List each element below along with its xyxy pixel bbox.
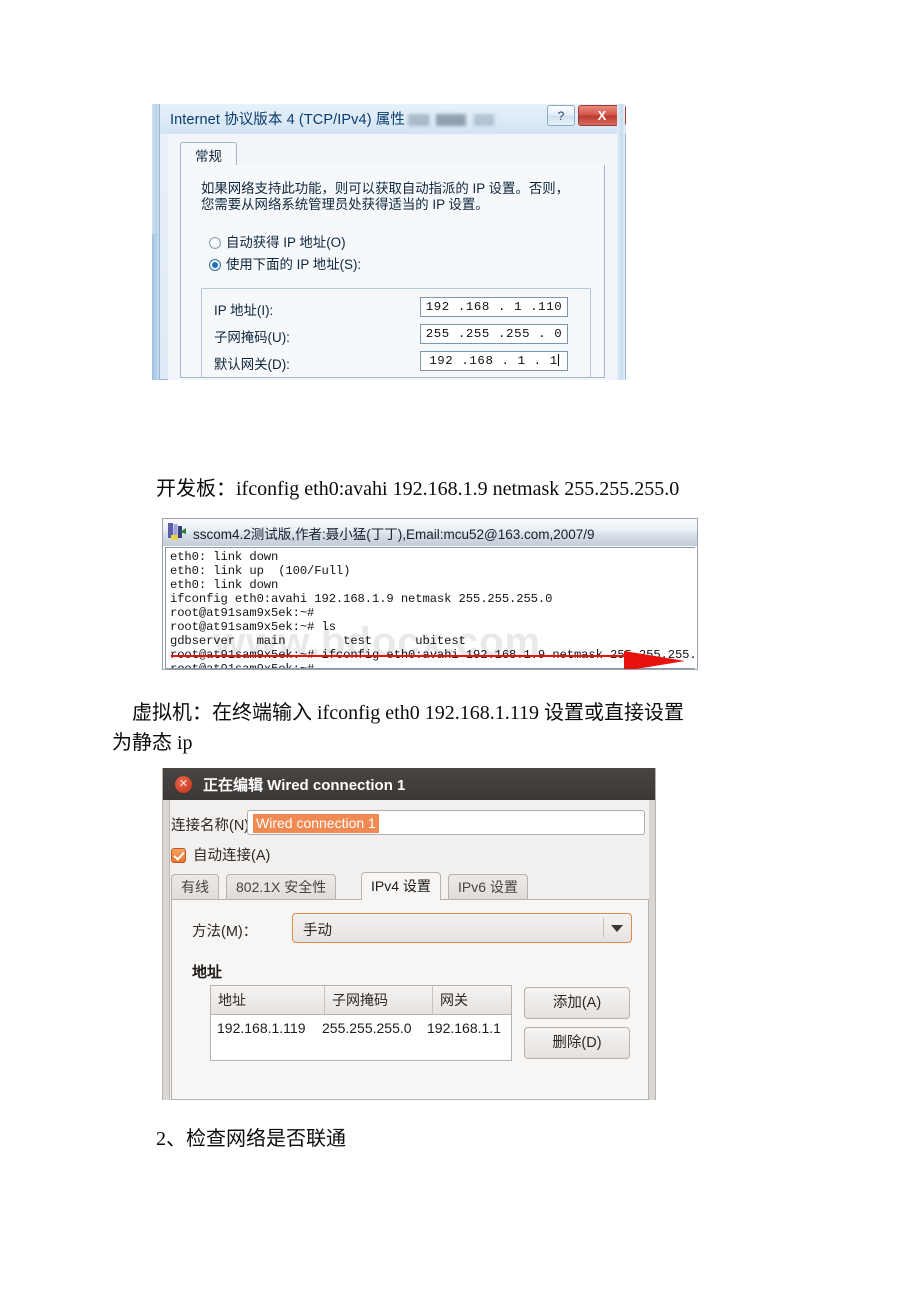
ubuntu-titlebar: ✕ 正在编辑 Wired connection 1 bbox=[163, 768, 655, 800]
column-header-address[interactable]: 地址 bbox=[211, 986, 325, 1015]
ubuntu-dialog-title: 正在编辑 Wired connection 1 bbox=[203, 777, 406, 794]
help-button[interactable]: ? bbox=[547, 105, 575, 126]
table-cell-netmask[interactable]: 255.255.255.0 bbox=[322, 1016, 412, 1040]
default-gateway-input[interactable]: 192 .168 . 1 . 1 bbox=[420, 351, 568, 371]
dropdown-separator bbox=[603, 918, 604, 938]
connection-name-value: Wired connection 1 bbox=[253, 814, 379, 833]
console-line: root@at91sam9x5ek:~# bbox=[170, 662, 315, 669]
addresses-table[interactable]: 地址 子网掩码 网关 192.168.1.119 255.255.255.0 1… bbox=[210, 985, 512, 1061]
checkbox-checked-icon bbox=[171, 848, 186, 863]
console-line: ifconfig eth0:avahi 192.168.1.9 netmask … bbox=[170, 592, 553, 606]
method-dropdown[interactable]: 手动 bbox=[292, 913, 632, 943]
dialog-frame: Internet 协议版本 4 (TCP/IPv4) 属性 ? X 常规 如果网… bbox=[159, 104, 626, 380]
add-address-button[interactable]: 添加(A) bbox=[524, 987, 630, 1019]
table-cell-address[interactable]: 192.168.1.119 bbox=[217, 1016, 306, 1040]
radio-auto-ip-icon bbox=[209, 237, 221, 249]
ubuntu-connection-editor-dialog: ✕ 正在编辑 Wired connection 1 连接名称(N)： Wired… bbox=[162, 768, 656, 1100]
console-line: eth0: link up (100/Full) bbox=[170, 564, 351, 578]
subnet-mask-input[interactable]: 255 .255 .255 . 0 bbox=[420, 324, 568, 344]
console-line: root@at91sam9x5ek:~# ls bbox=[170, 620, 336, 634]
field-row-subnet-mask: 子网掩码(U): 255 .255 .255 . 0 bbox=[202, 324, 592, 346]
console-line: eth0: link down bbox=[170, 578, 279, 592]
console-line: eth0: link down bbox=[170, 550, 279, 564]
field-row-default-gateway: 默认网关(D): 192 .168 . 1 . 1 bbox=[202, 351, 592, 373]
dialog-right-edge bbox=[617, 104, 625, 380]
connection-name-input[interactable]: Wired connection 1 bbox=[247, 810, 645, 835]
autoconnect-checkbox-row[interactable]: 自动连接(A) bbox=[171, 844, 270, 866]
radio-auto-ip-label: 自动获得 IP 地址(O) bbox=[226, 235, 346, 250]
text-caret bbox=[557, 354, 559, 366]
console-line: root@at91sam9x5ek:~# bbox=[170, 606, 315, 620]
tab-ipv6-settings[interactable]: IPv6 设置 bbox=[448, 874, 528, 900]
dialog-titlebar: Internet 协议版本 4 (TCP/IPv4) 属性 ? X bbox=[160, 104, 626, 134]
field-row-ip-address: IP 地址(I): 192 .168 . 1 .110 bbox=[202, 297, 592, 319]
tab-strip: 常规 bbox=[180, 142, 605, 168]
dialog-left-edge bbox=[163, 800, 170, 1100]
tab-wired[interactable]: 有线 bbox=[171, 874, 219, 900]
autoconnect-label: 自动连接(A) bbox=[193, 848, 271, 864]
chevron-down-icon bbox=[611, 925, 623, 932]
manual-ip-group: IP 地址(I): 192 .168 . 1 .110 子网掩码(U): 255… bbox=[201, 288, 591, 378]
dialog-title: Internet 协议版本 4 (TCP/IPv4) 属性 bbox=[170, 112, 405, 128]
column-header-netmask[interactable]: 子网掩码 bbox=[325, 986, 433, 1015]
dialog-right-edge bbox=[649, 800, 655, 1100]
sscom-app-icon bbox=[168, 523, 186, 540]
default-gateway-value: 192 .168 . 1 . 1 bbox=[429, 354, 558, 368]
tab-panel-general: 如果网络支持此功能，则可以获取自动指派的 IP 设置。否则， 您需要从网络系统管… bbox=[180, 165, 605, 378]
blurred-text-artifact bbox=[408, 114, 538, 126]
tab-ipv4-settings[interactable]: IPv4 设置 bbox=[361, 872, 441, 900]
paragraph-dev-board: 开发板：ifconfig eth0:avahi 192.168.1.9 netm… bbox=[156, 478, 680, 500]
ubuntu-tab-strip: 有线 802.1X 安全性 IPv4 设置 IPv6 设置 bbox=[171, 872, 649, 900]
description-text: 如果网络支持此功能，则可以获取自动指派的 IP 设置。否则， 您需要从网络系统管… bbox=[201, 181, 570, 212]
ip-address-input[interactable]: 192 .168 . 1 .110 bbox=[420, 297, 568, 317]
ipv4-settings-panel: 方法(M)： 手动 地址 地址 子网掩码 网关 192.168.1.119 25… bbox=[171, 899, 649, 1100]
paragraph-virtual-machine: 虚拟机：在终端输入 ifconfig eth0 192.168.1.119 设置… bbox=[112, 702, 685, 754]
addresses-section-title: 地址 bbox=[192, 964, 223, 981]
radio-manual-ip-icon bbox=[209, 259, 221, 271]
method-value: 手动 bbox=[303, 923, 332, 939]
column-header-gateway[interactable]: 网关 bbox=[433, 986, 511, 1015]
delete-address-button[interactable]: 删除(D) bbox=[524, 1027, 630, 1059]
ip-address-label: IP 地址(I): bbox=[214, 303, 274, 318]
sscom-console-output[interactable]: www.bdocx.com eth0: link down eth0: link… bbox=[165, 547, 695, 669]
close-icon[interactable]: ✕ bbox=[175, 776, 192, 793]
sscom-serial-terminal-window: sscom4.2测试版,作者:聂小猛(丁丁),Email:mcu52@163.c… bbox=[162, 518, 698, 670]
default-gateway-label: 默认网关(D): bbox=[214, 357, 290, 372]
method-label: 方法(M)： bbox=[192, 924, 258, 940]
radio-manual-ip-label: 使用下面的 IP 地址(S): bbox=[226, 257, 362, 272]
console-line: gdbserver main test ubitest bbox=[170, 634, 466, 648]
subnet-mask-label: 子网掩码(U): bbox=[214, 330, 290, 345]
sscom-title: sscom4.2测试版,作者:聂小猛(丁丁),Email:mcu52@163.c… bbox=[193, 527, 595, 542]
sscom-titlebar: sscom4.2测试版,作者:聂小猛(丁丁),Email:mcu52@163.c… bbox=[163, 519, 697, 546]
radio-row-auto-ip[interactable]: 自动获得 IP 地址(O) bbox=[209, 231, 346, 251]
connection-name-row: 连接名称(N)： Wired connection 1 bbox=[171, 810, 649, 836]
paragraph-step-2: 2、检查网络是否联通 bbox=[156, 1128, 346, 1150]
tab-8021x-security[interactable]: 802.1X 安全性 bbox=[226, 874, 337, 900]
table-cell-gateway[interactable]: 192.168.1.1 bbox=[427, 1016, 501, 1040]
radio-row-manual-ip[interactable]: 使用下面的 IP 地址(S): bbox=[209, 253, 361, 273]
console-line: root@at91sam9x5ek:~# ifconfig eth0:avahi… bbox=[170, 648, 695, 662]
dialog-body: 常规 如果网络支持此功能，则可以获取自动指派的 IP 设置。否则， 您需要从网络… bbox=[168, 134, 619, 380]
windows-tcpipv4-properties-dialog: Internet 协议版本 4 (TCP/IPv4) 属性 ? X 常规 如果网… bbox=[152, 104, 626, 380]
